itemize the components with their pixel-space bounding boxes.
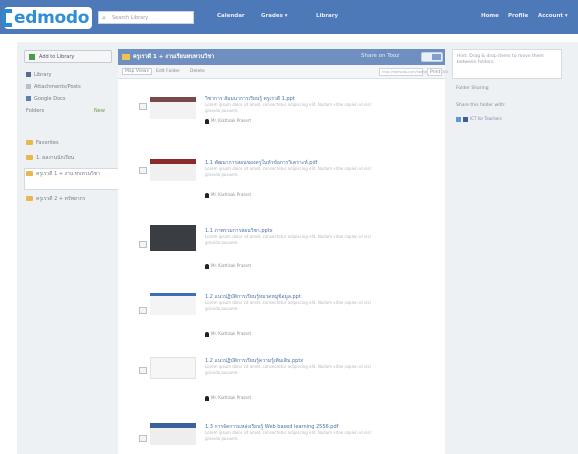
folder-icon: [122, 54, 130, 60]
nav-grades[interactable]: Grades ▾: [261, 13, 288, 19]
file-description: Lorem ipsum dolor sit amet, consectetur …: [205, 234, 371, 245]
user-icon: [205, 192, 209, 198]
file-author: Mr. Kiattisak Prasert: [205, 192, 251, 198]
share-with-label: Share this folder with:: [456, 103, 506, 108]
file-thumbnail[interactable]: [150, 357, 196, 379]
sidebar-item-library[interactable]: Library: [26, 72, 51, 78]
folders-label: Folders: [26, 108, 45, 114]
folder-student-work[interactable]: 1. ผลงานนักเรียน: [26, 154, 74, 162]
folder-resources[interactable]: ครูเรวดี 2 + ทรัพยากร: [26, 196, 114, 202]
share-label: Share on Tooz: [361, 53, 400, 59]
attachments-icon: [26, 84, 31, 89]
folder-toolbar: Map Views Edit Folder Delete http://edmo…: [118, 65, 448, 79]
item-checkbox[interactable]: [139, 367, 147, 374]
edit-folder-button[interactable]: Edit Folder: [156, 69, 180, 74]
file-description: Lorem ipsum dolor sit amet, consectetur …: [205, 166, 371, 177]
author-name: Mr. Kiattisak Prasert: [211, 331, 252, 336]
folder-title: ครูเรวดี 1 + งานเรียนทบทวนวิชา: [133, 54, 215, 60]
sidebar-item-google-docs[interactable]: Google Docs: [26, 96, 65, 102]
author-name: Mr. Kiattisak Prasert: [211, 263, 252, 268]
sidebar-item-attachments[interactable]: Attachments/Posts: [26, 84, 81, 90]
search-icon: ⌕: [102, 14, 106, 22]
item-checkbox[interactable]: [139, 167, 147, 174]
delete-folder-button[interactable]: Delete: [190, 69, 205, 74]
tip-text: Hint: Drag & drop items to move them bet…: [457, 54, 544, 65]
folder-icon: [26, 171, 33, 176]
folder-header: ครูเรวดี 1 + งานเรียนทบทวนวิชา Share on …: [118, 49, 445, 65]
file-author: Mr. Kiattisak Prasert: [205, 331, 251, 337]
folder-label: ครูเรวดี 2 + ทรัพยากร: [36, 196, 86, 202]
folder-url-field[interactable]: http://edmodo.com/home/folder/0000: [379, 68, 448, 76]
print-label: Print: [430, 70, 441, 75]
add-to-library-label: Add to Library: [39, 54, 75, 60]
author-name: Mr. Kiattisak Prasert: [211, 395, 252, 400]
sidebar-item-label: Attachments/Posts: [34, 84, 81, 90]
add-to-library-button[interactable]: Add to Library: [24, 50, 112, 63]
file-list: วิชาการ สัมมนาการเรียนรู้ ครูเรวดี 1.ppt…: [118, 79, 445, 454]
file-author: Mr. Kiattisak Prasert: [205, 263, 251, 269]
file-thumbnail[interactable]: [150, 225, 196, 251]
drag-drop-tip: Hint: Drag & drop items to move them bet…: [452, 49, 562, 79]
file-author: Mr. Kiattisak Prasert: [205, 118, 251, 124]
nav-calendar[interactable]: Calendar: [217, 13, 245, 19]
author-name: Mr. Kiattisak Prasert: [211, 118, 252, 123]
folder-sharing-heading: Folder Sharing: [456, 86, 489, 91]
file-thumbnail[interactable]: [150, 159, 196, 181]
author-name: Mr. Kiattisak Prasert: [211, 192, 252, 197]
nav-library[interactable]: Library: [316, 13, 338, 19]
folder-label: 1. ผลงานนักเรียน: [36, 155, 75, 161]
folder-label: ครูเรวดี 1 + งาน ทบทวนวิชา: [36, 171, 100, 177]
library-icon: [26, 72, 31, 77]
google-docs-icon: [26, 96, 31, 101]
group-name: ICT for Teachers: [470, 116, 503, 121]
file-thumbnail[interactable]: [150, 97, 196, 119]
search-input[interactable]: ⌕ Search Library: [98, 11, 194, 24]
new-folder-button[interactable]: New: [94, 108, 105, 114]
checkbox-checked-icon[interactable]: [456, 116, 461, 122]
folder-revision-work[interactable]: ครูเรวดี 1 + งาน ทบทวนวิชา: [26, 171, 114, 177]
file-description: Lorem ipsum dolor sit amet, consectetur …: [205, 300, 371, 311]
nav-profile[interactable]: Profile: [508, 13, 528, 19]
top-navigation-bar: edmodo ⌕ Search Library Calendar Grades …: [0, 0, 578, 34]
share-toggle[interactable]: [421, 52, 443, 62]
logo-bracket-icon: [2, 9, 12, 27]
folder-favorites[interactable]: Favorites: [26, 140, 59, 146]
folder-icon: [26, 140, 33, 145]
nav-home[interactable]: Home: [481, 13, 499, 19]
user-icon: [205, 118, 209, 124]
search-placeholder: Search Library: [112, 15, 149, 21]
item-checkbox[interactable]: [139, 103, 147, 110]
group-icon: [463, 116, 468, 122]
file-description: Lorem ipsum dolor sit amet, consectetur …: [205, 430, 371, 441]
folder-icon: [26, 155, 33, 160]
folder-label: Favorites: [36, 140, 59, 146]
print-button[interactable]: Print: [427, 68, 442, 76]
user-icon: [205, 395, 209, 401]
item-checkbox[interactable]: [139, 241, 147, 248]
share-group-option[interactable]: ICT for Teachers: [456, 116, 502, 122]
logo-text: edmodo: [14, 8, 90, 28]
sidebar-item-label: Google Docs: [34, 96, 66, 102]
user-icon: [205, 331, 209, 337]
sidebar-item-label: Library: [34, 72, 52, 78]
file-thumbnail[interactable]: [150, 293, 196, 315]
file-author: Mr. Kiattisak Prasert: [205, 395, 251, 401]
file-description: Lorem ipsum dolor sit amet, consectetur …: [205, 364, 371, 375]
file-description: Lorem ipsum dolor sit amet, consectetur …: [205, 102, 371, 113]
folder-icon: [26, 196, 33, 201]
nav-account[interactable]: Account ▾: [538, 13, 568, 19]
item-checkbox[interactable]: [139, 307, 147, 314]
item-checkbox[interactable]: [139, 435, 147, 442]
map-views-button[interactable]: Map Views: [122, 68, 152, 75]
add-library-icon: [29, 54, 35, 60]
edmodo-logo[interactable]: edmodo: [2, 7, 92, 29]
file-thumbnail[interactable]: [150, 423, 196, 445]
user-icon: [205, 263, 209, 269]
